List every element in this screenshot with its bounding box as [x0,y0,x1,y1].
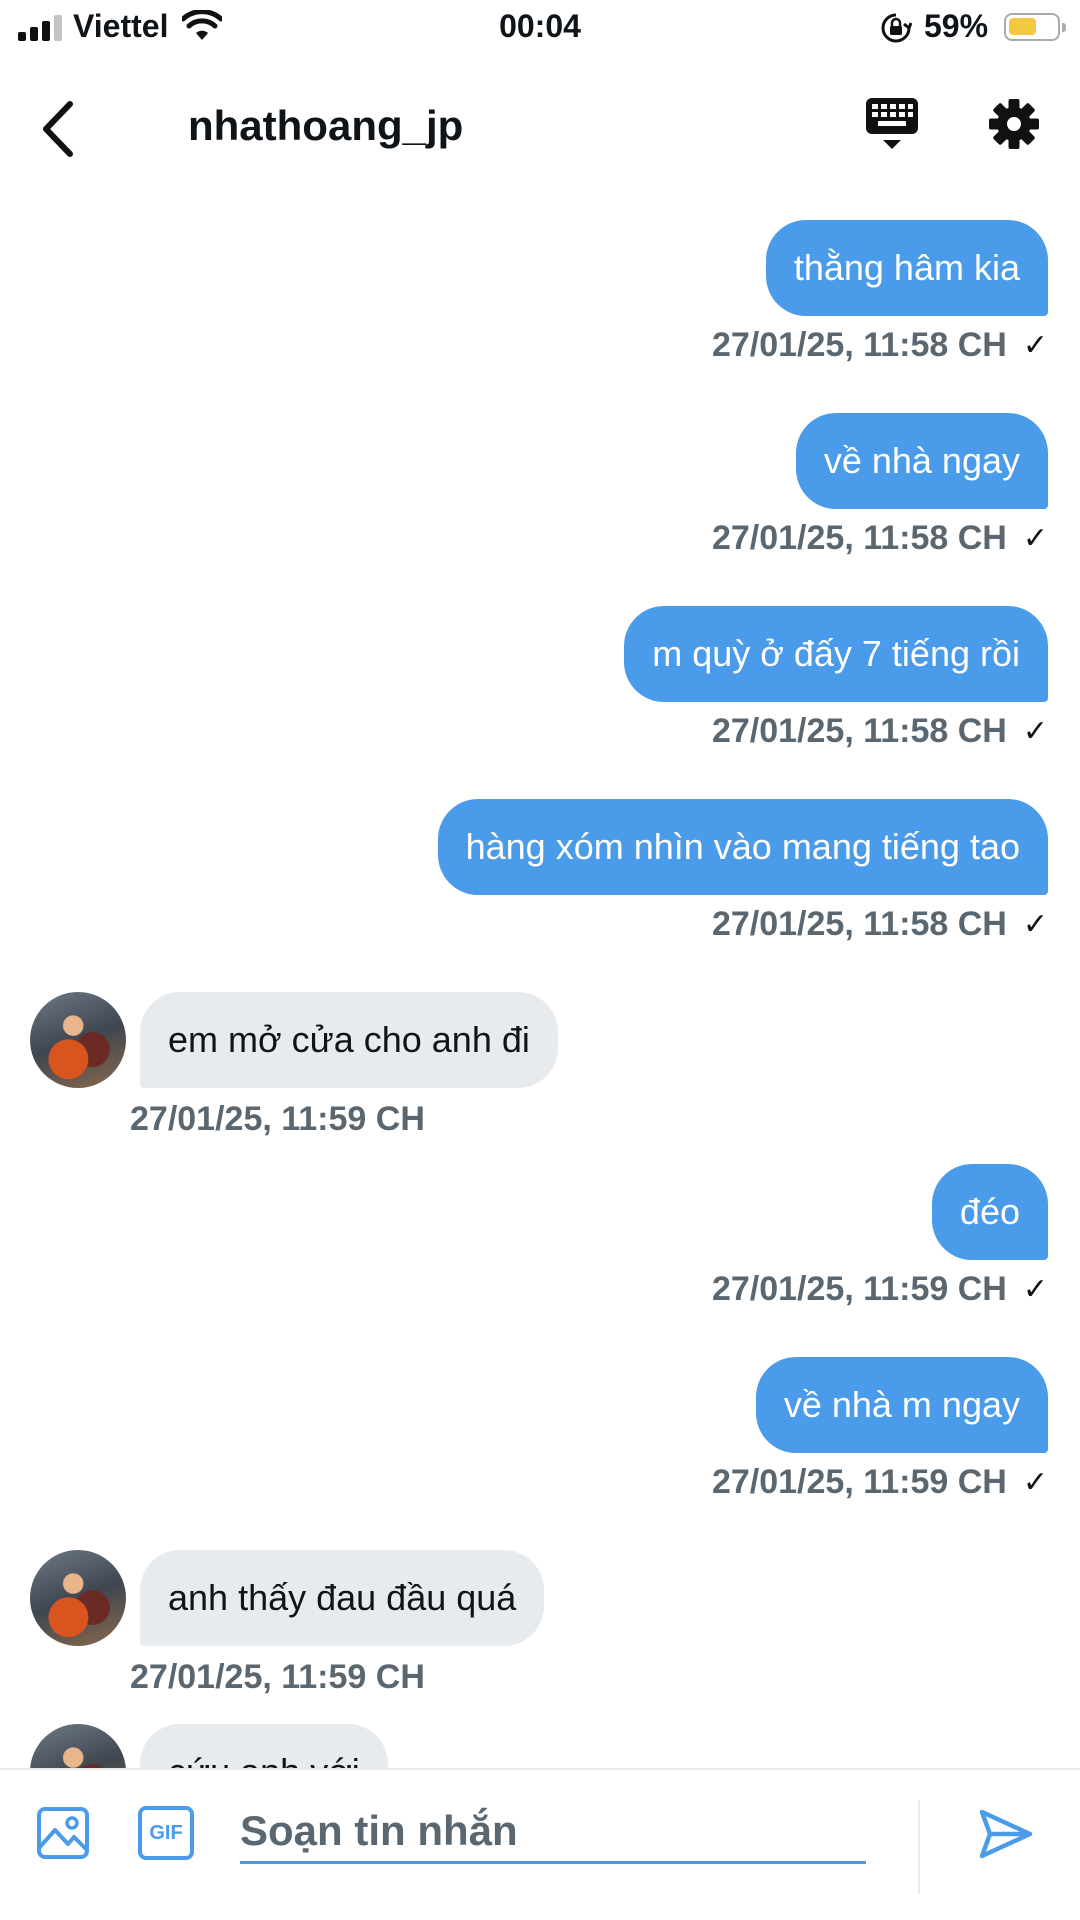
outgoing-message[interactable]: thằng hâm kia [765,220,1048,316]
outgoing-message[interactable]: m quỳ ở đấy 7 tiếng rồi [624,606,1048,702]
back-button[interactable] [34,94,84,164]
read-check-icon: ✓ [1022,329,1048,362]
message-timestamp: 27/01/25, 11:59 CH [130,1658,425,1696]
settings-gear-icon[interactable] [988,98,1040,150]
battery-percent: 59% [924,8,989,44]
avatar[interactable] [30,992,126,1088]
avatar[interactable] [30,1724,126,1768]
keyboard-icon[interactable] [864,96,920,152]
message-timestamp: 27/01/25, 11:58 CH ✓ [711,712,1048,750]
incoming-message[interactable]: anh thấy đau đầu quá [140,1550,545,1646]
image-icon[interactable] [36,1806,90,1860]
battery-icon [1004,13,1066,41]
outgoing-message[interactable]: đéo [931,1164,1048,1260]
rotation-lock-icon [881,13,912,43]
avatar[interactable] [30,1550,126,1646]
read-check-icon: ✓ [1022,1466,1048,1499]
read-check-icon: ✓ [1022,908,1048,941]
incoming-message[interactable]: cứu anh với [140,1724,388,1768]
gif-button[interactable]: GIF [138,1806,194,1860]
message-timestamp: 27/01/25, 11:59 CH [130,1100,425,1138]
message-timestamp: 27/01/25, 11:59 CH ✓ [711,1270,1048,1308]
message-timestamp: 27/01/25, 11:58 CH ✓ [711,326,1048,364]
message-composer: GIF [0,1768,1080,1920]
message-timestamp: 27/01/25, 11:58 CH ✓ [711,905,1048,943]
conversation-header: nhathoang_jp [0,56,1080,196]
read-check-icon: ✓ [1022,1273,1048,1306]
conversation-title: nhathoang_jp [188,102,464,149]
compose-message-input[interactable] [240,1800,866,1864]
message-timestamp: 27/01/25, 11:58 CH ✓ [711,519,1048,557]
outgoing-message[interactable]: về nhà ngay [795,413,1048,509]
outgoing-message[interactable]: về nhà m ngay [755,1357,1048,1453]
read-check-icon: ✓ [1022,715,1048,748]
divider [918,1800,920,1894]
message-list[interactable]: thằng hâm kia 27/01/25, 11:58 CH ✓ về nhà… [0,196,1080,1768]
status-bar: Viettel 00:04 59% [0,0,1080,56]
incoming-message[interactable]: em mở cửa cho anh đi [140,992,558,1088]
outgoing-message[interactable]: hàng xóm nhìn vào mang tiếng tao [437,799,1048,895]
message-timestamp: 27/01/25, 11:59 CH ✓ [711,1463,1048,1501]
send-icon[interactable] [978,1806,1034,1862]
read-check-icon: ✓ [1022,522,1048,555]
clock: 00:04 [499,8,581,44]
